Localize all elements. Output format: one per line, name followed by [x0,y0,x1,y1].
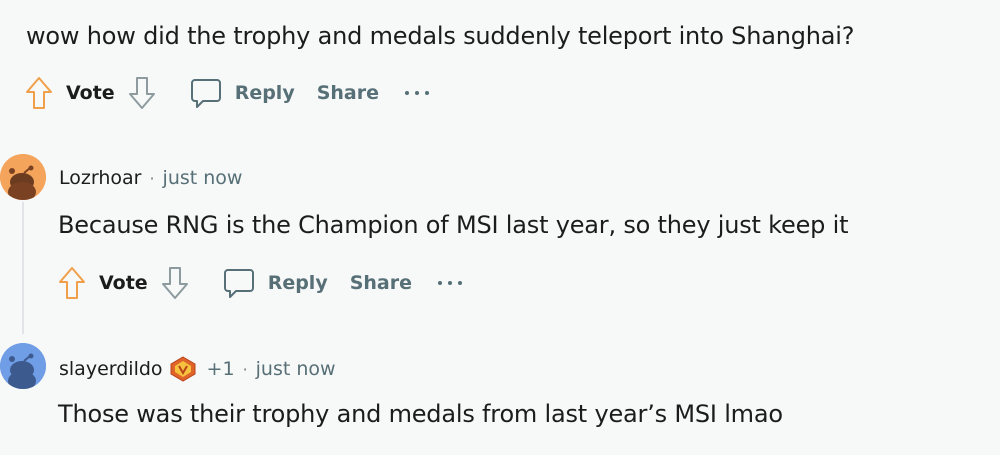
reddit-snoo-icon [0,343,46,389]
vote-count: Vote [99,272,148,294]
separator: · [242,359,248,379]
achievement-badge-icon [169,356,197,382]
comment-thread: wow how did the trophy and medals sudden… [0,0,1000,455]
timestamp[interactable]: just now [256,358,336,380]
share-button[interactable]: Share [317,82,379,104]
username[interactable]: Lozrhoar [59,167,141,189]
comment-body: Those was their trophy and medals from l… [58,400,783,428]
comment-meta: slayerdildo +1 · just now [59,356,336,382]
more-options-icon[interactable] [403,88,431,98]
comment-meta: Lozrhoar · just now [59,167,242,189]
reply-button[interactable]: Reply [268,272,328,294]
share-button[interactable]: Share [350,272,412,294]
avatar[interactable] [0,154,46,200]
comment-icon[interactable] [222,266,256,300]
karma-count: +1 [206,358,235,380]
comment-action-bar: Vote Reply Share [57,263,464,303]
username[interactable]: slayerdildo [59,358,163,380]
thread-line[interactable] [22,202,24,334]
comment-body: wow how did the trophy and medals sudden… [26,22,855,50]
reply-button[interactable]: Reply [235,82,295,104]
upvote-icon[interactable] [24,75,54,111]
timestamp[interactable]: just now [163,167,243,189]
avatar[interactable] [0,343,46,389]
more-options-icon[interactable] [436,278,464,288]
reddit-snoo-icon [0,154,46,200]
comment-icon[interactable] [189,76,223,110]
downvote-icon[interactable] [160,265,190,301]
upvote-icon[interactable] [57,265,87,301]
comment-body: Because RNG is the Champion of MSI last … [58,211,849,239]
comment-action-bar: Vote Reply Share [24,73,431,113]
vote-count: Vote [66,82,115,104]
separator: · [149,168,155,188]
downvote-icon[interactable] [127,75,157,111]
